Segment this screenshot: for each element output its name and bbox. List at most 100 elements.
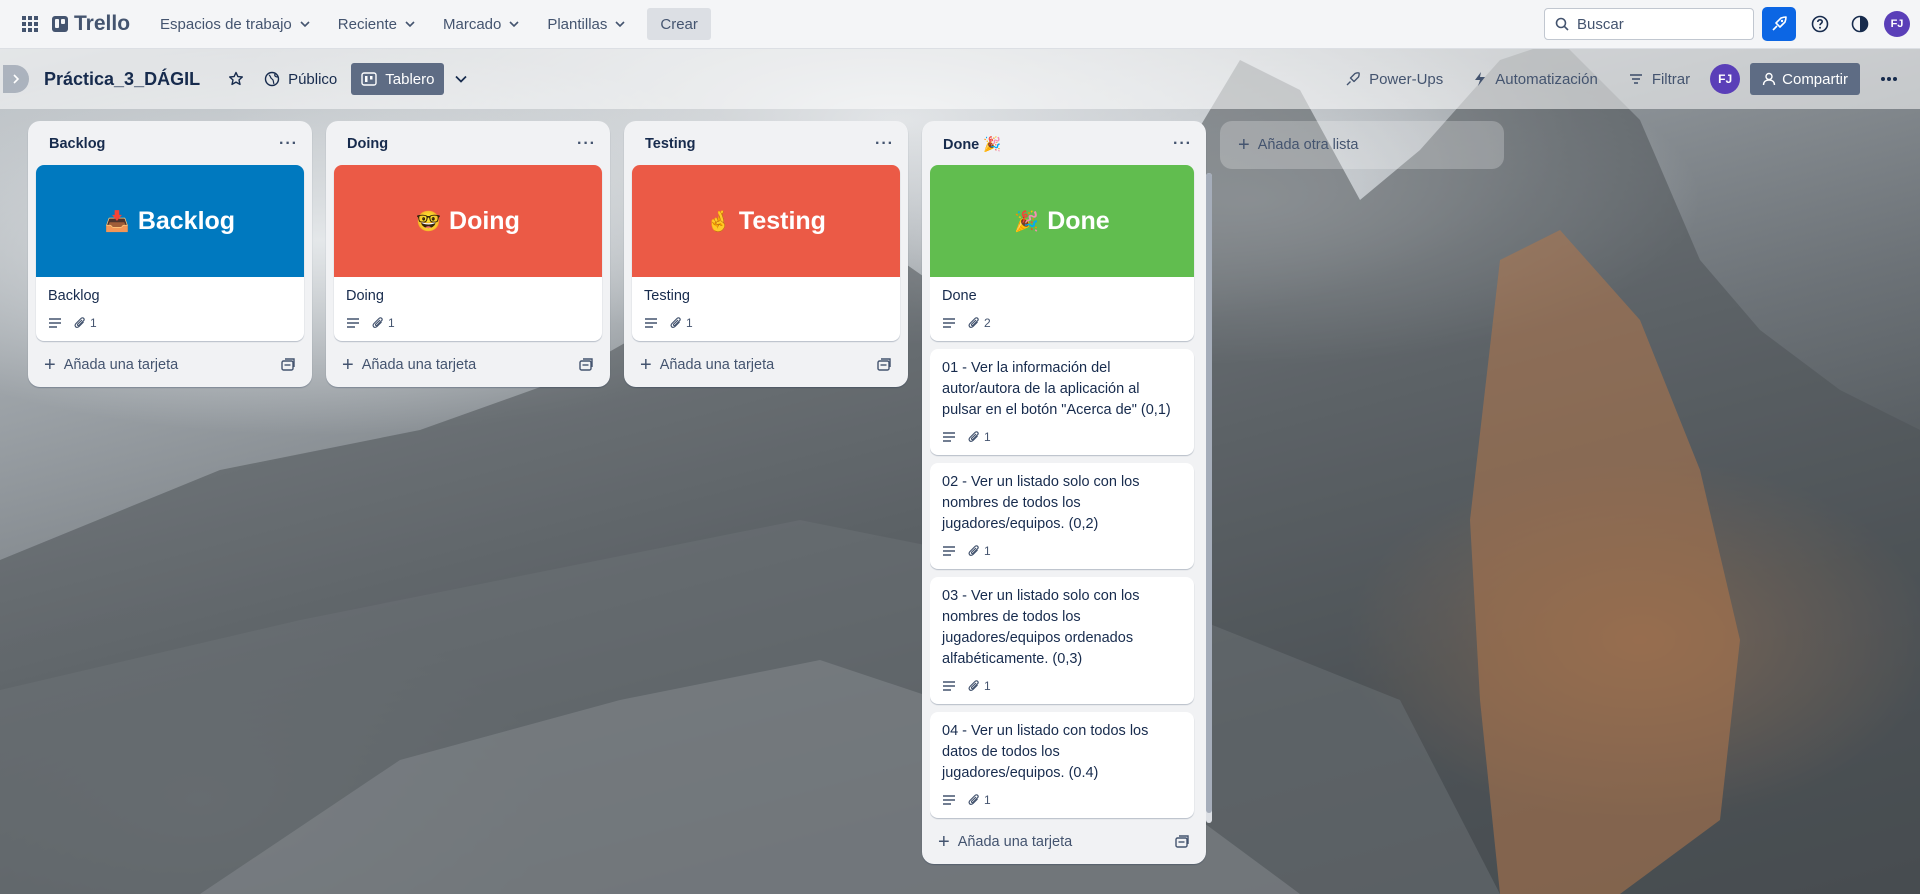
theme-toggle-button[interactable] [1844, 8, 1876, 40]
nav-recent[interactable]: Reciente [326, 8, 427, 40]
list-header[interactable]: Testing ··· [632, 129, 900, 159]
add-card-label: Añada una tarjeta [361, 357, 477, 373]
board-view-button[interactable]: Tablero [351, 63, 445, 95]
card-title: Doing [346, 288, 384, 304]
card[interactable]: 📥 Backlog Backlog 1 [36, 165, 304, 341]
notifications-button[interactable] [1762, 7, 1796, 41]
person-icon [1762, 72, 1776, 86]
card-title: 01 - Ver la información del autor/autora… [942, 360, 1171, 418]
attachment-count: 1 [984, 430, 991, 444]
card-title: 02 - Ver un listado solo con los nombres… [942, 474, 1140, 532]
description-icon [346, 317, 360, 329]
plus-icon: + [640, 354, 652, 376]
nav-workspaces-label: Espacios de trabajo [160, 15, 292, 33]
nav-starred[interactable]: Marcado [431, 8, 531, 40]
card[interactable]: 🤞 Testing Testing 1 [632, 165, 900, 341]
star-button[interactable] [218, 63, 254, 95]
nav-templates-label: Plantillas [547, 15, 608, 33]
cover-emoji: 🎉 [1014, 210, 1040, 233]
paperclip-icon [372, 317, 383, 328]
description-icon [48, 317, 62, 329]
nav-templates[interactable]: Plantillas [535, 8, 637, 40]
description-icon [644, 317, 658, 329]
card-cover: 📥 Backlog [36, 165, 304, 277]
add-list-button[interactable]: + Añada otra lista [1220, 121, 1504, 169]
sidebar-toggle[interactable] [3, 65, 29, 93]
list-header[interactable]: Done 🎉 ··· [930, 129, 1198, 159]
list-backlog: Backlog ··· 📥 Backlog Backlog 1 + Añada u… [28, 121, 312, 387]
filter-label: Filtrar [1651, 70, 1691, 88]
board-title[interactable]: Práctica_3_DÁGIL [44, 69, 200, 90]
card-title: 04 - Ver un listado con todos los datos … [942, 723, 1149, 781]
visibility-button[interactable]: Público [254, 63, 347, 95]
template-icon[interactable] [578, 357, 594, 373]
add-card-label: Añada una tarjeta [659, 357, 775, 373]
attachment-badge: 1 [968, 544, 991, 558]
card[interactable]: 01 - Ver la información del autor/autora… [930, 349, 1194, 455]
add-card-button[interactable]: + Añada una tarjeta [632, 349, 900, 381]
trello-logo[interactable]: Trello [52, 12, 130, 36]
list-menu-icon[interactable]: ··· [279, 135, 298, 153]
search-input[interactable]: Buscar [1544, 8, 1754, 40]
globe-icon [264, 71, 280, 87]
paperclip-icon [670, 317, 681, 328]
cover-text: Doing [449, 206, 520, 235]
star-icon [229, 71, 244, 86]
description-icon [942, 431, 956, 443]
share-button[interactable]: Compartir [1750, 63, 1860, 95]
cover-emoji: 🤓 [416, 210, 442, 233]
automation-button[interactable]: Automatización [1463, 63, 1608, 95]
user-avatar[interactable]: FJ [1884, 11, 1910, 37]
list-title[interactable]: Backlog [49, 136, 105, 152]
member-avatar[interactable]: FJ [1710, 64, 1741, 94]
board-lists: Backlog ··· 📥 Backlog Backlog 1 + Añada u… [28, 121, 1504, 864]
add-card-button[interactable]: + Añada una tarjeta [36, 349, 304, 381]
card-title: Backlog [48, 288, 100, 304]
attachment-count: 1 [388, 316, 395, 330]
paperclip-icon [968, 794, 979, 805]
list-header[interactable]: Doing ··· [334, 129, 602, 159]
list-header[interactable]: Backlog ··· [36, 129, 304, 159]
card[interactable]: 04 - Ver un listado con todos los datos … [930, 712, 1194, 818]
card-badges: 1 [942, 541, 1182, 561]
view-switcher-button[interactable] [444, 63, 478, 95]
attachment-count: 1 [984, 793, 991, 807]
card[interactable]: 02 - Ver un listado solo con los nombres… [930, 463, 1194, 569]
list-cards-scroll[interactable]: 🎉 Done Done 2 01 - Ver la información de… [930, 165, 1198, 826]
create-button[interactable]: Crear [647, 8, 711, 40]
list-menu-icon[interactable]: ··· [1173, 135, 1192, 153]
template-icon[interactable] [1174, 834, 1190, 850]
powerups-button[interactable]: Power-Ups [1335, 63, 1453, 95]
card-badges: 1 [942, 676, 1182, 696]
list-title[interactable]: Doing [347, 136, 388, 152]
card-cover: 🎉 Done [930, 165, 1194, 277]
cover-text: Done [1047, 206, 1110, 235]
card[interactable]: 🎉 Done Done 2 [930, 165, 1194, 341]
list-menu-icon[interactable]: ··· [577, 135, 596, 153]
add-card-label: Añada una tarjeta [63, 357, 179, 373]
add-card-button[interactable]: + Añada una tarjeta [930, 826, 1198, 858]
card[interactable]: 03 - Ver un listado solo con los nombres… [930, 577, 1194, 704]
search-icon [1555, 17, 1569, 31]
add-list-label: Añada otra lista [1257, 137, 1359, 153]
list-menu-icon[interactable]: ··· [875, 135, 894, 153]
plus-icon: + [44, 354, 56, 376]
template-icon[interactable] [876, 357, 892, 373]
list-title[interactable]: Done 🎉 [943, 136, 1001, 153]
nav-workspaces[interactable]: Espacios de trabajo [148, 8, 322, 40]
rocket-icon [1346, 72, 1360, 86]
description-icon [942, 317, 956, 329]
add-card-button[interactable]: + Añada una tarjeta [334, 349, 602, 381]
board-menu-button[interactable] [1870, 63, 1908, 95]
card[interactable]: 🤓 Doing Doing 1 [334, 165, 602, 341]
app-switcher-icon[interactable] [14, 8, 46, 40]
description-icon [942, 545, 956, 557]
help-button[interactable] [1804, 8, 1836, 40]
list-title[interactable]: Testing [645, 136, 695, 152]
chevron-down-icon [615, 21, 625, 28]
filter-button[interactable]: Filtrar [1618, 63, 1700, 95]
card-title: Done [942, 288, 977, 304]
share-label: Compartir [1782, 70, 1848, 88]
list-scrollbar[interactable] [1206, 173, 1212, 823]
template-icon[interactable] [280, 357, 296, 373]
